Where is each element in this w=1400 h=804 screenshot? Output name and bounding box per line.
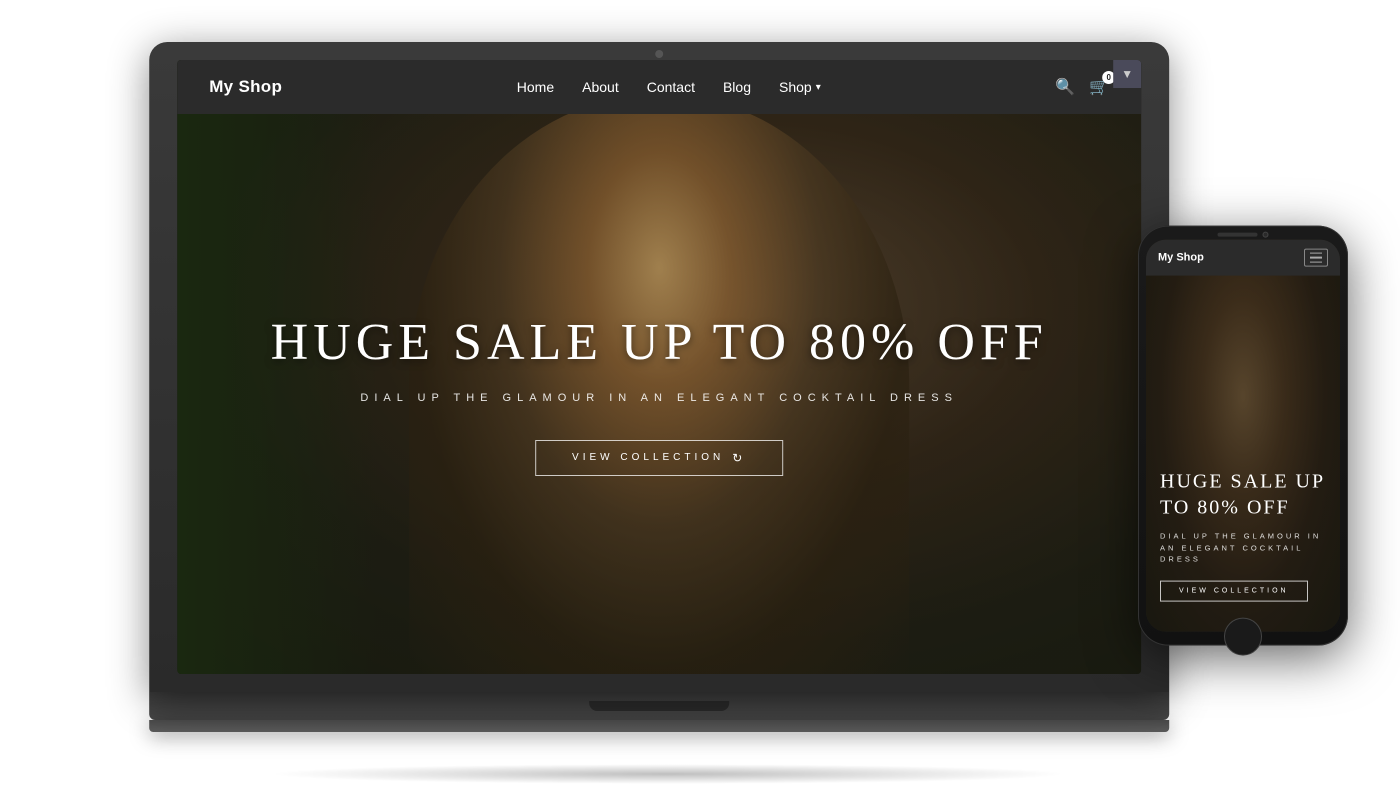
hero-content: HUGE SALE UP TO 80% OFF DIAL UP THE GLAM… — [271, 313, 1048, 476]
laptop-screen: ▼ My Shop Home About Contact Blog Shop ▾ — [177, 60, 1141, 674]
hero-title: HUGE SALE UP TO 80% OFF — [271, 313, 1048, 372]
menu-line-2 — [1310, 257, 1322, 259]
nav-blog[interactable]: Blog — [723, 79, 751, 95]
hero-subtitle: DIAL UP THE GLAMOUR IN AN ELEGANT COCKTA… — [271, 392, 1048, 404]
site-logo: My Shop — [209, 77, 282, 97]
laptop-base — [149, 692, 1169, 720]
view-collection-button[interactable]: VIEW COLLECTION — [535, 440, 783, 476]
shop-chevron-down-icon: ▾ — [816, 82, 821, 93]
menu-line-3 — [1310, 261, 1322, 263]
laptop-foot — [149, 720, 1169, 732]
nav-home[interactable]: Home — [517, 79, 554, 95]
phone-camera-dot — [1263, 232, 1269, 238]
phone-hero-section: HUGE SALE UP TO 80% OFF DIAL UP THE GLAM… — [1146, 240, 1340, 632]
nav-shop-wrapper[interactable]: Shop ▾ — [779, 79, 821, 95]
phone-hero-subtitle: DIAL UP THE GLAMOUR IN AN ELEGANT COCKTA… — [1160, 531, 1326, 565]
phone-camera-area — [1218, 232, 1269, 238]
minimize-button[interactable]: ▼ — [1113, 60, 1141, 88]
scene: ▼ My Shop Home About Contact Blog Shop ▾ — [0, 0, 1400, 804]
site-nav: Home About Contact Blog Shop ▾ — [517, 79, 821, 95]
cart-icon[interactable]: 🛒 0 — [1089, 77, 1109, 97]
site-header: My Shop Home About Contact Blog Shop ▾ 🔍 — [177, 60, 1141, 114]
site-icons: 🔍 🛒 0 — [1055, 77, 1109, 97]
hero-section: HUGE SALE UP TO 80% OFF DIAL UP THE GLAM… — [177, 60, 1141, 674]
phone-view-collection-button[interactable]: VIEW COLLECTION — [1160, 581, 1308, 602]
laptop-camera — [655, 50, 663, 58]
phone-home-button[interactable] — [1224, 618, 1262, 656]
phone-logo: My Shop — [1158, 252, 1204, 264]
phone-device: My Shop HUGE SALE UP TO 80% OFF DIAL UP … — [1138, 226, 1348, 646]
menu-line-1 — [1310, 252, 1322, 254]
phone-menu-button[interactable] — [1304, 249, 1328, 267]
nav-shop[interactable]: Shop — [779, 79, 812, 95]
laptop-notch — [589, 701, 729, 711]
phone-speaker — [1218, 233, 1258, 237]
minimize-icon: ▼ — [1121, 67, 1133, 81]
laptop-body: ▼ My Shop Home About Contact Blog Shop ▾ — [149, 42, 1169, 692]
phone-screen: My Shop HUGE SALE UP TO 80% OFF DIAL UP … — [1146, 240, 1340, 632]
nav-about[interactable]: About — [582, 79, 619, 95]
nav-contact[interactable]: Contact — [647, 79, 695, 95]
phone-hero-title: HUGE SALE UP TO 80% OFF — [1160, 469, 1326, 521]
search-icon[interactable]: 🔍 — [1055, 77, 1075, 97]
laptop-shadow — [268, 764, 1068, 784]
laptop-device: ▼ My Shop Home About Contact Blog Shop ▾ — [149, 42, 1169, 762]
phone-header: My Shop — [1146, 240, 1340, 276]
